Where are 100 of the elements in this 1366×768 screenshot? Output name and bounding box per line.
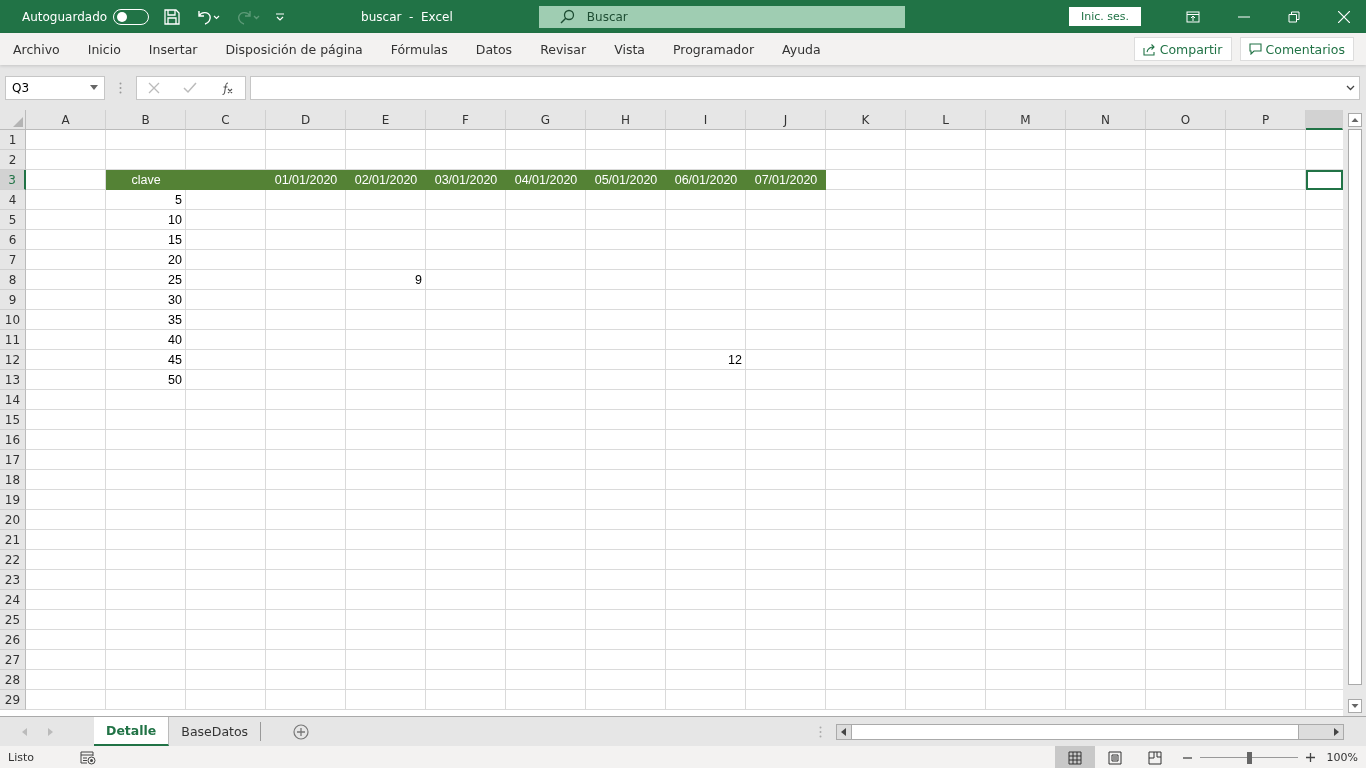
row-header[interactable]: 18: [0, 470, 26, 490]
column-header[interactable]: D: [266, 110, 346, 130]
column-header[interactable]: A: [26, 110, 106, 130]
zoom-thumb[interactable]: [1246, 751, 1252, 764]
row-header[interactable]: 1: [0, 130, 26, 150]
row-header[interactable]: 14: [0, 390, 26, 410]
row-header[interactable]: 25: [0, 610, 26, 630]
ribbon-tab[interactable]: Insertar: [148, 41, 198, 57]
formula-input[interactable]: [250, 75, 1360, 100]
page-view-icon: [1107, 750, 1122, 765]
column-header[interactable]: B: [106, 110, 186, 130]
share-button[interactable]: Compartir: [1133, 37, 1232, 61]
row-header[interactable]: 8: [0, 270, 26, 290]
corner-triangle-icon: [13, 117, 23, 127]
column-header[interactable]: G: [506, 110, 586, 130]
add-sheet-icon[interactable]: [293, 723, 310, 740]
ribbon-tab[interactable]: Ayuda: [782, 41, 821, 57]
row-header[interactable]: 23: [0, 570, 26, 590]
sheet-tab[interactable]: Detalle: [94, 717, 170, 746]
grid-view-icon: [1067, 750, 1082, 765]
table-cell-text: 9: [414, 272, 423, 289]
row-header[interactable]: 15: [0, 410, 26, 430]
column-header[interactable]: E: [346, 110, 426, 130]
table-cell-text: 30: [167, 292, 183, 309]
row-header[interactable]: 27: [0, 650, 26, 670]
ribbon-tab[interactable]: Datos: [475, 41, 513, 57]
row-header[interactable]: 16: [0, 430, 26, 450]
ribbon-tab[interactable]: Inicio: [87, 41, 121, 57]
minimize-icon[interactable]: [1238, 15, 1250, 18]
ribbon-tab[interactable]: Disposición de página: [225, 41, 363, 57]
ribbon-tab[interactable]: Fórmulas: [390, 41, 448, 57]
ribbon-tab[interactable]: Archivo: [13, 41, 60, 57]
table-cell-text: 12: [727, 352, 743, 369]
table-cell-text: 20: [167, 252, 183, 269]
row-header[interactable]: 3: [0, 170, 26, 190]
table-cell-text: 45: [167, 352, 183, 369]
row-header[interactable]: 9: [0, 290, 26, 310]
column-header[interactable]: C: [186, 110, 266, 130]
column-header[interactable]: J: [746, 110, 826, 130]
row-header[interactable]: 4: [0, 190, 26, 210]
row-header[interactable]: 24: [0, 590, 26, 610]
row-header[interactable]: 22: [0, 550, 26, 570]
zoom-in-icon[interactable]: [1305, 753, 1315, 762]
row-header[interactable]: 17: [0, 450, 26, 470]
column-header[interactable]: [1306, 110, 1343, 130]
table-cell-text: 50: [167, 372, 183, 389]
column-header[interactable]: K: [826, 110, 906, 130]
vertical-scrollbar[interactable]: [1343, 110, 1366, 716]
customize-caret-icon[interactable]: [275, 11, 286, 22]
scroll-down-icon[interactable]: [1347, 699, 1362, 713]
scroll-up-icon[interactable]: [1347, 113, 1362, 127]
comments-button[interactable]: Comentarios: [1239, 37, 1354, 61]
zoom-level[interactable]: 100%: [1326, 751, 1358, 764]
zoom-out-icon[interactable]: [1182, 756, 1192, 759]
row-header[interactable]: 7: [0, 250, 26, 270]
ribbon-tab[interactable]: Revisar: [540, 41, 587, 57]
column-header[interactable]: O: [1146, 110, 1226, 130]
column-header[interactable]: M: [986, 110, 1066, 130]
row-header[interactable]: 20: [0, 510, 26, 530]
share-icon: [1142, 42, 1156, 56]
row-header[interactable]: 21: [0, 530, 26, 550]
row-header[interactable]: 10: [0, 310, 26, 330]
save-icon[interactable]: [163, 7, 182, 26]
row-header[interactable]: 6: [0, 230, 26, 250]
enter-check-icon[interactable]: [183, 81, 197, 94]
page-break-view-icon: [1147, 750, 1162, 765]
row-header[interactable]: 11: [0, 330, 26, 350]
table-cell-text: 03/01/2020: [433, 172, 499, 189]
restore-icon[interactable]: [1288, 10, 1300, 23]
selected-cell[interactable]: [1306, 170, 1343, 190]
ribbon-tab[interactable]: Vista: [614, 41, 645, 57]
column-header[interactable]: N: [1066, 110, 1146, 130]
row-header[interactable]: 29: [0, 690, 26, 710]
sheet-tab[interactable]: BaseDatos: [169, 722, 262, 741]
row-header[interactable]: 5: [0, 210, 26, 230]
column-header[interactable]: H: [586, 110, 666, 130]
macro-recording-icon[interactable]: [79, 750, 96, 765]
close-icon[interactable]: [1338, 10, 1350, 23]
table-cell-text: 10: [167, 212, 183, 229]
row-header[interactable]: 28: [0, 670, 26, 690]
column-header[interactable]: P: [1226, 110, 1306, 130]
row-header[interactable]: 19: [0, 490, 26, 510]
horizontal-scrollbar[interactable]: [836, 723, 1344, 740]
row-header[interactable]: 13: [0, 370, 26, 390]
row-header[interactable]: 12: [0, 350, 26, 370]
row-header[interactable]: 2: [0, 150, 26, 170]
column-header[interactable]: L: [906, 110, 986, 130]
search-field[interactable]: Buscar: [538, 5, 905, 28]
search-icon: [558, 8, 575, 25]
name-box[interactable]: Q3: [5, 75, 105, 100]
column-header[interactable]: I: [666, 110, 746, 130]
autosave-label: Autoguardado: [22, 9, 108, 24]
table-cell-text: 15: [167, 232, 183, 249]
ribbon-tab[interactable]: Programador: [672, 41, 755, 57]
row-header[interactable]: 26: [0, 630, 26, 650]
column-header[interactable]: F: [426, 110, 506, 130]
normal-view-button[interactable]: [1054, 746, 1095, 768]
ribbon-display-icon[interactable]: [1186, 10, 1200, 23]
sign-in-button[interactable]: Inic. ses.: [1068, 7, 1141, 26]
scroll-thumb[interactable]: [1347, 129, 1362, 685]
